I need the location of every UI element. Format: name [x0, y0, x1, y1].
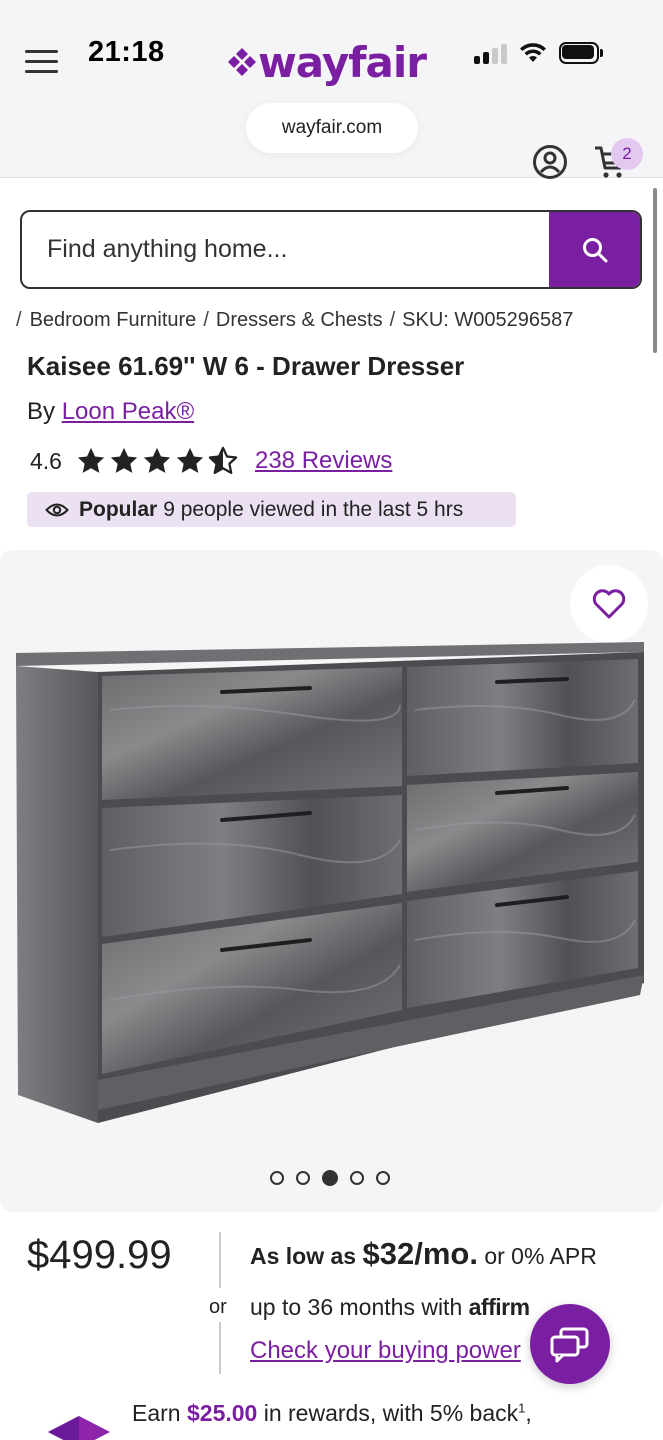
- upto-text: up to 36 months with: [250, 1294, 463, 1320]
- product-price: $499.99: [27, 1233, 172, 1277]
- financing-term-line: up to 36 months with affirm: [250, 1294, 530, 1321]
- chat-icon: [550, 1327, 589, 1363]
- wifi-icon: [520, 43, 546, 62]
- star-icon: [143, 447, 171, 473]
- breadcrumb-separator: /: [389, 309, 396, 331]
- gallery-dot[interactable]: [350, 1171, 364, 1185]
- search-button[interactable]: [549, 212, 640, 287]
- as-low-as-label: As low as: [250, 1243, 357, 1269]
- page-scrollbar[interactable]: [653, 188, 657, 353]
- gallery-dot[interactable]: [376, 1171, 390, 1185]
- product-title: Kaisee 61.69'' W 6 - Drawer Dresser: [27, 351, 465, 381]
- gallery-pagination: [270, 1170, 402, 1186]
- gallery-dot-active[interactable]: [322, 1170, 338, 1186]
- divider: [219, 1322, 221, 1374]
- monthly-price: $32/mo.: [362, 1236, 478, 1271]
- rewards-line: Earn $25.00 in rewards, with 5% back1,: [132, 1400, 532, 1427]
- cellular-signal-icon: [474, 44, 508, 64]
- breadcrumb-item-dressers-chests[interactable]: Dressers & Chests: [216, 309, 383, 331]
- rewards-gem-icon: [48, 1416, 110, 1440]
- rating-row: 4.6 238 Reviews: [30, 443, 392, 479]
- breadcrumb: / Bedroom Furniture / Dressers & Chests / SKU…: [16, 309, 573, 332]
- star-icon: [176, 447, 204, 473]
- wayfair-logo[interactable]: wayfair: [226, 37, 427, 87]
- search-input[interactable]: [22, 212, 552, 287]
- heart-icon: [592, 589, 626, 619]
- chat-button[interactable]: [530, 1304, 610, 1384]
- financing-line: As low as $32/mo. or 0% APR: [250, 1236, 597, 1272]
- cart-count-badge[interactable]: 2: [611, 138, 643, 170]
- eye-icon: [45, 503, 69, 516]
- rewards-trail: ,: [525, 1400, 532, 1426]
- rewards-amount: $25.00: [186, 1400, 258, 1426]
- star-icon: [77, 447, 105, 473]
- search-bar: [20, 210, 642, 289]
- star-icon: [110, 447, 138, 473]
- affirm-logo: affirm: [468, 1294, 530, 1320]
- logo-text: wayfair: [258, 37, 427, 87]
- breadcrumb-lead-separator: /: [16, 309, 22, 331]
- half-star-icon: [208, 446, 238, 474]
- menu-icon[interactable]: [25, 50, 58, 74]
- breadcrumb-item-bedroom-furniture[interactable]: Bedroom Furniture: [30, 309, 197, 331]
- gallery-dot[interactable]: [270, 1171, 284, 1185]
- breadcrumb-separator: /: [203, 309, 209, 331]
- breadcrumb-sku: SKU: W005296587: [402, 309, 574, 331]
- dresser-product-image: [16, 642, 644, 1123]
- popular-label: Popular: [79, 497, 158, 521]
- rating-value: 4.6: [30, 447, 62, 474]
- check-buying-power-link[interactable]: Check your buying power: [250, 1337, 540, 1365]
- battery-icon: [559, 42, 603, 64]
- wayfair-logo-mark-icon: [228, 48, 256, 76]
- url-bar[interactable]: wayfair.com: [246, 103, 418, 153]
- rating-stars: [76, 446, 241, 476]
- by-label: By: [27, 398, 56, 425]
- brand-link[interactable]: Loon Peak®: [62, 398, 194, 425]
- status-time: 21:18: [88, 36, 165, 68]
- popular-text: 9 people viewed in the last 5 hrs: [163, 497, 464, 521]
- reviews-link[interactable]: 238 Reviews: [255, 447, 392, 475]
- divider: [219, 1232, 221, 1288]
- apr-text: or 0% APR: [484, 1243, 597, 1269]
- or-label: or: [209, 1296, 227, 1318]
- popular-badge: Popular 9 people viewed in the last 5 hr…: [27, 492, 516, 527]
- brand-line: By Loon Peak®: [27, 398, 194, 426]
- earn-label: Earn: [132, 1400, 181, 1426]
- rewards-text: in rewards, with 5% back: [263, 1400, 519, 1426]
- account-icon[interactable]: [532, 144, 568, 180]
- search-icon: [582, 237, 607, 262]
- gallery-dot[interactable]: [296, 1171, 310, 1185]
